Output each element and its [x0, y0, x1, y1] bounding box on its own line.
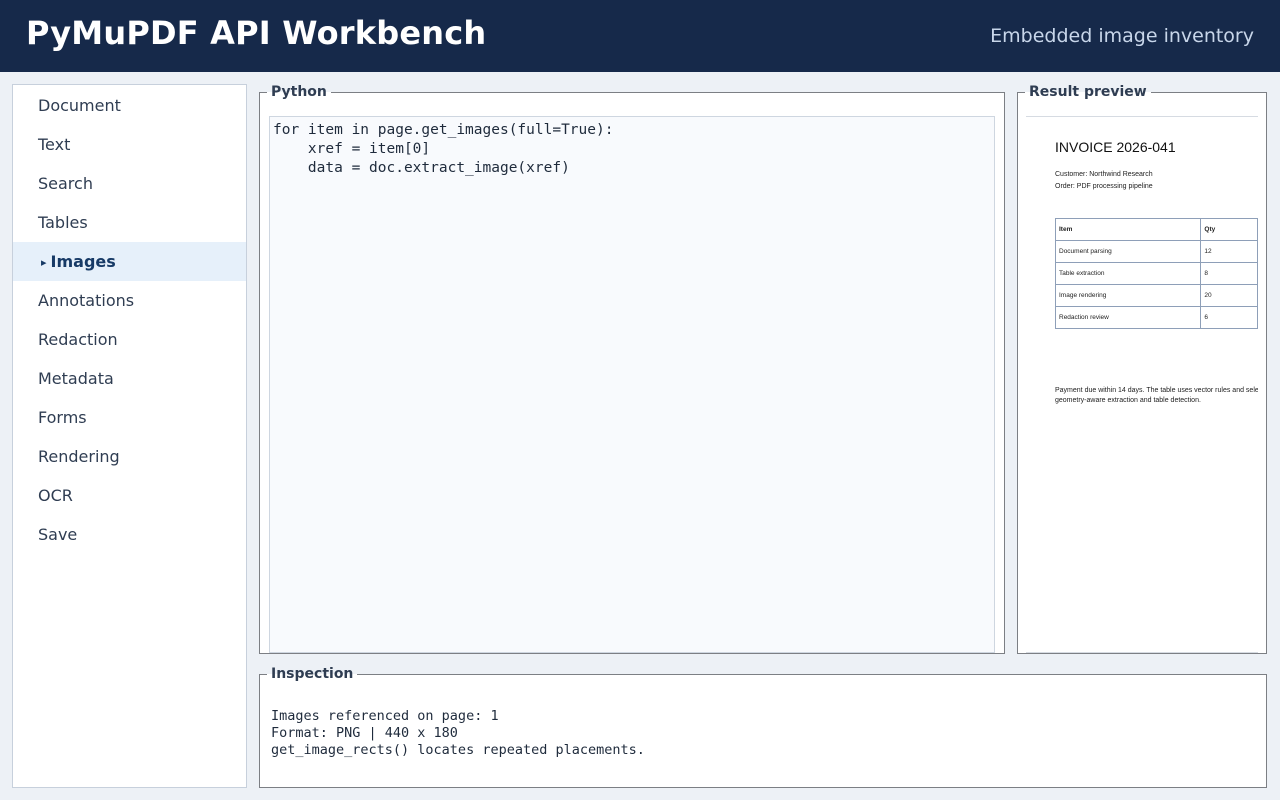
sidebar-item-label: Rendering	[38, 447, 120, 466]
table-row: Table extraction 8	[1054, 262, 1258, 285]
sidebar-item-document[interactable]: Document	[13, 86, 246, 125]
sidebar-item-annotations[interactable]: Annotations	[13, 281, 246, 320]
table-cell: Table extraction	[1054, 262, 1202, 285]
code-line: for item in page.get_images(full=True):	[273, 122, 614, 138]
sidebar-item-forms[interactable]: Forms	[13, 398, 246, 437]
table-header-row: Item Qty	[1054, 218, 1258, 241]
sidebar-item-ocr[interactable]: OCR	[13, 476, 246, 515]
result-preview-panel: Result preview INVOICE 2026-041 Customer…	[1017, 84, 1267, 654]
sidebar-item-search[interactable]: Search	[13, 164, 246, 203]
invoice-customer: Customer: Northwind Research	[1055, 171, 1153, 178]
table-row: Redaction review 6	[1054, 306, 1258, 329]
table-cell: 12	[1200, 240, 1258, 263]
app-subtitle: Embedded image inventory	[990, 25, 1254, 47]
table-cell: Redaction review	[1054, 306, 1202, 329]
sidebar-item-label: Save	[38, 525, 78, 544]
invoice-table: Item Qty Document parsing 12 Table extra…	[1054, 218, 1258, 329]
inspection-panel-title: Inspection	[271, 666, 354, 682]
sidebar-item-rendering[interactable]: Rendering	[13, 437, 246, 476]
table-cell: Document parsing	[1054, 240, 1202, 263]
code-line: xref = item[0]	[273, 141, 431, 157]
sidebar-item-label: Document	[38, 96, 121, 115]
sidebar-item-label: Text	[38, 135, 71, 154]
sidebar-item-images[interactable]: ▸ Images	[13, 242, 246, 281]
invoice-order: Order: PDF processing pipeline	[1055, 183, 1153, 190]
python-panel: Python for item in page.get_images(full=…	[259, 84, 1005, 654]
active-arrow-icon: ▸	[41, 256, 47, 269]
sidebar-item-label: Redaction	[38, 330, 118, 349]
sidebar-item-label: Search	[38, 174, 93, 193]
invoice-footer-line: geometry-aware extraction and table dete…	[1055, 397, 1201, 404]
sidebar-item-redaction[interactable]: Redaction	[13, 320, 246, 359]
table-header-qty: Qty	[1200, 218, 1258, 241]
python-panel-title: Python	[271, 84, 327, 100]
invoice-footer-line: Payment due within 14 days. The table us…	[1055, 387, 1258, 394]
sidebar-nav: Document Text Search Tables ▸ Images Anno…	[12, 84, 247, 788]
table-header-item: Item	[1054, 218, 1202, 241]
sidebar-item-metadata[interactable]: Metadata	[13, 359, 246, 398]
sidebar-item-label: Images	[50, 252, 116, 271]
sidebar-item-save[interactable]: Save	[13, 515, 246, 554]
table-cell: 8	[1200, 262, 1258, 285]
table-cell: 20	[1200, 284, 1258, 307]
pdf-page-preview[interactable]: INVOICE 2026-041 Customer: Northwind Res…	[1026, 116, 1258, 653]
sidebar-item-label: Tables	[38, 213, 88, 232]
sidebar-item-text[interactable]: Text	[13, 125, 246, 164]
result-preview-title: Result preview	[1029, 84, 1147, 100]
inspection-line: Format: PNG | 440 x 180	[271, 725, 458, 741]
app-title: PyMuPDF API Workbench	[26, 14, 487, 52]
table-row: Image rendering 20	[1054, 284, 1258, 307]
sidebar-item-label: OCR	[38, 486, 73, 505]
inspection-output: Images referenced on page: 1 Format: PNG…	[271, 708, 645, 759]
inspection-line: get_image_rects() locates repeated place…	[271, 742, 645, 758]
top-bar: PyMuPDF API Workbench Embedded image inv…	[0, 0, 1280, 72]
table-row: Document parsing 12	[1054, 240, 1258, 263]
code-line: data = doc.extract_image(xref)	[273, 160, 570, 176]
inspection-panel: Inspection Images referenced on page: 1 …	[259, 666, 1267, 788]
sidebar-item-label: Forms	[38, 408, 87, 427]
code-editor[interactable]: for item in page.get_images(full=True): …	[269, 116, 995, 653]
sidebar-item-tables[interactable]: Tables	[13, 203, 246, 242]
table-cell: 6	[1200, 306, 1258, 329]
invoice-footer: Payment due within 14 days. The table us…	[1055, 386, 1258, 406]
table-cell: Image rendering	[1054, 284, 1202, 307]
invoice-title: INVOICE 2026-041	[1055, 139, 1176, 155]
sidebar-item-label: Annotations	[38, 291, 135, 310]
inspection-line: Images referenced on page: 1	[271, 708, 499, 724]
sidebar-item-label: Metadata	[38, 369, 114, 388]
